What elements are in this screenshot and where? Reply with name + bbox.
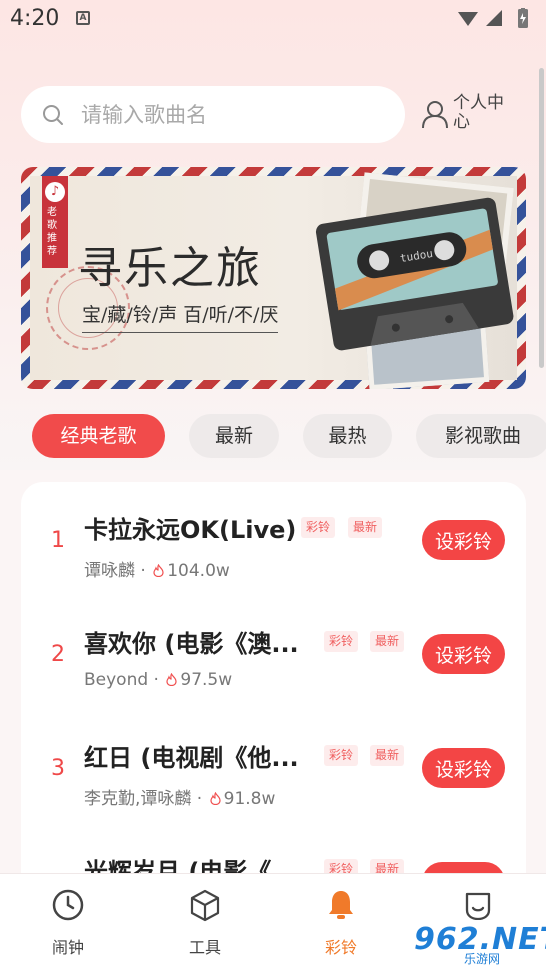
list-item[interactable]: 2 喜欢你 (电影《澳... 彩铃 最新 Beyond · 97.5w 设彩铃 <box>21 596 526 710</box>
tab-hottest[interactable]: 最热 <box>303 414 392 458</box>
song-artist: 李克勤,谭咏麟 <box>84 789 192 809</box>
new-badge: 最新 <box>370 745 405 766</box>
song-meta: 谭咏麟 · 104.0w <box>84 561 230 581</box>
nav-label: 闹钟 <box>51 938 84 957</box>
signal-battery-icon <box>458 8 528 28</box>
face-icon <box>465 892 491 921</box>
bell-icon <box>329 891 353 919</box>
music-note-icon: ♪ <box>45 182 65 202</box>
song-rank: 1 <box>51 528 65 553</box>
tab-film-tv-songs[interactable]: 影视歌曲 <box>416 414 546 458</box>
ringtone-badge: 彩铃 <box>324 745 359 766</box>
flame-icon <box>166 673 177 686</box>
status-bar: 4:20 A <box>0 0 546 40</box>
new-badge: 最新 <box>370 631 405 652</box>
nav-tools[interactable]: 工具 <box>160 888 250 958</box>
status-time: 4:20 <box>10 6 60 31</box>
profile-button[interactable]: 个人中心 <box>420 94 520 138</box>
set-ringtone-button[interactable]: 设彩铃 <box>422 748 505 788</box>
profile-label: 个人中心 <box>453 93 504 132</box>
nav-label: 工具 <box>188 938 221 957</box>
play-count: 91.8w <box>223 789 276 809</box>
new-badge: 最新 <box>348 517 383 538</box>
banner-envelope: ♪ 老歌推荐 寻乐之旅 宝/藏/铃/声 百/听/不/厌 tudou <box>30 172 520 389</box>
list-item[interactable]: 1 卡拉永远OK(Live) 彩铃 最新 谭咏麟 · 104.0w 设彩铃 <box>21 482 526 596</box>
search-icon <box>43 105 63 125</box>
watermark-sub: 乐游网 <box>464 952 501 966</box>
list-item[interactable]: 3 红日 (电视剧《他... 彩铃 最新 李克勤,谭咏麟 · 91.8w 设彩铃 <box>21 710 526 824</box>
flame-icon <box>153 564 164 577</box>
song-list: 1 卡拉永远OK(Live) 彩铃 最新 谭咏麟 · 104.0w 设彩铃 2 … <box>21 482 526 902</box>
song-artist: 谭咏麟 <box>84 561 135 581</box>
ribbon-text: 老歌推荐 <box>47 207 57 257</box>
site-watermark: 962.NET 乐游网 <box>410 920 546 968</box>
clock-icon <box>52 889 84 921</box>
song-artist: Beyond <box>84 670 149 690</box>
search-input[interactable] <box>81 96 381 134</box>
banner-ribbon: ♪ 老歌推荐 <box>42 176 68 268</box>
song-title: 卡拉永远OK(Live) <box>84 516 297 544</box>
promo-banner[interactable]: ♪ 老歌推荐 寻乐之旅 宝/藏/铃/声 百/听/不/厌 tudou <box>21 167 526 389</box>
set-ringtone-button[interactable]: 设彩铃 <box>422 634 505 674</box>
song-title: 红日 (电视剧《他... <box>84 744 299 772</box>
play-count: 104.0w <box>167 561 230 581</box>
play-count: 97.5w <box>180 670 233 690</box>
scrollbar[interactable] <box>539 68 544 368</box>
box-icon <box>190 889 220 922</box>
nav-label: 彩铃 <box>324 938 357 957</box>
banner-subtitle: 宝/藏/铃/声 百/听/不/厌 <box>82 300 279 333</box>
nav-alarm[interactable]: 闹钟 <box>23 888 113 958</box>
song-title: 喜欢你 (电影《澳... <box>84 630 299 658</box>
tab-newest[interactable]: 最新 <box>189 414 279 458</box>
banner-title: 寻乐之旅 <box>78 243 262 294</box>
song-meta: 李克勤,谭咏麟 · 91.8w <box>84 789 276 809</box>
notification-icon: A <box>76 11 90 25</box>
user-icon <box>422 101 448 129</box>
ringtone-badge: 彩铃 <box>324 631 359 652</box>
tab-classic-oldies[interactable]: 经典老歌 <box>32 414 165 458</box>
song-rank: 3 <box>51 756 65 781</box>
cassette-tape-image: tudou <box>310 192 520 360</box>
flame-icon <box>210 792 221 805</box>
song-meta: Beyond · 97.5w <box>84 670 233 690</box>
set-ringtone-button[interactable]: 设彩铃 <box>422 520 505 560</box>
search-bar[interactable] <box>21 86 405 143</box>
nav-ringtone[interactable]: 彩铃 <box>296 888 386 958</box>
ringtone-badge: 彩铃 <box>301 517 336 538</box>
song-rank: 2 <box>51 642 65 667</box>
